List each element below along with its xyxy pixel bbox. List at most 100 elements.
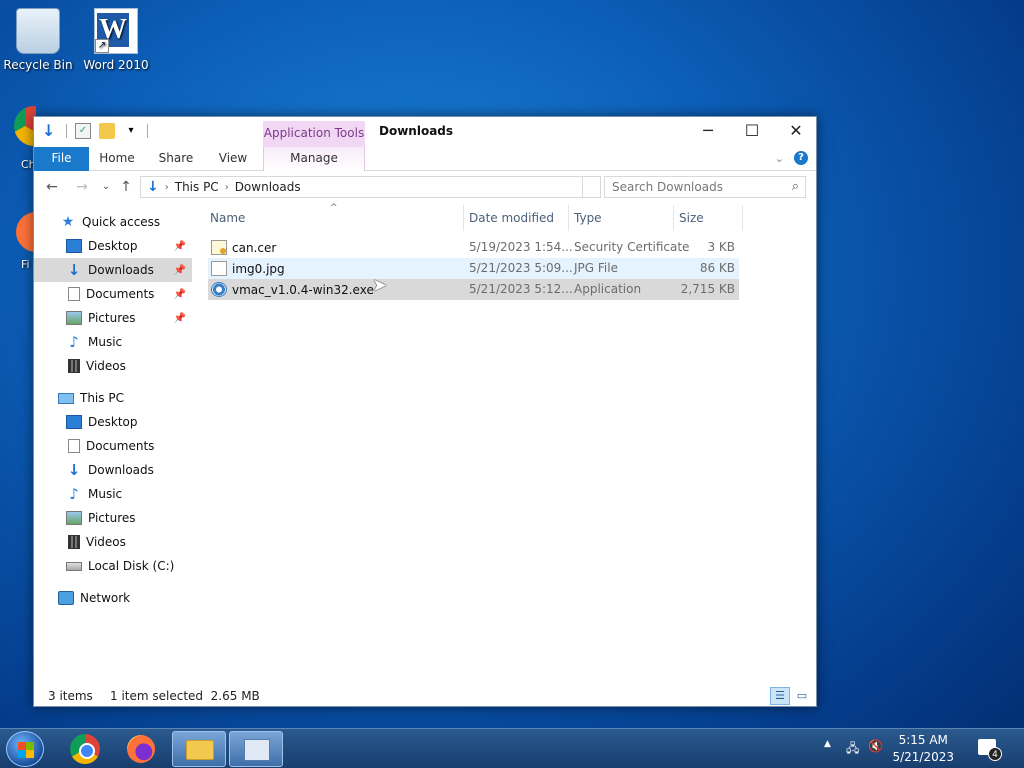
nav-pc-music[interactable]: ♪ Music bbox=[34, 482, 192, 506]
large-icons-view-button[interactable]: ▭ bbox=[792, 687, 812, 705]
file-size: 86 KB bbox=[699, 261, 735, 275]
search-input[interactable]: Search Downloads ⌕ bbox=[604, 176, 806, 198]
close-button[interactable]: ✕ bbox=[774, 117, 818, 145]
pictures-icon bbox=[66, 311, 82, 325]
clock-date: 5/21/2023 bbox=[892, 750, 954, 764]
desktop-icon-word[interactable]: W ↗ Word 2010 bbox=[81, 8, 151, 72]
file-row[interactable]: vmac_v1.0.4-win32.exe 5/21/2023 5:12... … bbox=[208, 279, 739, 300]
breadcrumb-separator: › bbox=[164, 181, 169, 193]
nav-label: Pictures bbox=[88, 511, 136, 525]
taskbar-firefox[interactable] bbox=[114, 731, 168, 767]
image-file-icon bbox=[211, 261, 227, 276]
expand-ribbon-icon[interactable]: ⌄ bbox=[775, 152, 784, 165]
properties-icon[interactable]: ✓ bbox=[75, 123, 91, 139]
nav-pc-desktop[interactable]: Desktop bbox=[34, 410, 192, 434]
breadcrumb-downloads[interactable]: Downloads bbox=[235, 180, 301, 194]
star-icon: ★ bbox=[61, 214, 75, 230]
desktop-icon-label: Word 2010 bbox=[83, 58, 149, 72]
tab-manage[interactable]: Manage bbox=[263, 147, 365, 171]
column-divider[interactable] bbox=[673, 205, 674, 231]
taskbar-file-explorer[interactable] bbox=[172, 731, 226, 767]
customize-caret-icon[interactable]: ▾ bbox=[123, 123, 139, 139]
column-date-modified[interactable]: Date modified bbox=[469, 211, 554, 225]
taskbar-control-panel[interactable] bbox=[229, 731, 283, 767]
desktop-icon-label: Recycle Bin bbox=[3, 58, 73, 72]
search-placeholder: Search Downloads bbox=[612, 180, 723, 194]
pin-icon: 📌 bbox=[173, 264, 186, 276]
title-bar[interactable]: ↓ ✓ ▾ Application Tools Downloads ─ ☐ ✕ bbox=[34, 117, 816, 147]
nav-pc-videos[interactable]: Videos bbox=[34, 530, 192, 554]
nav-pc-documents[interactable]: Documents bbox=[34, 434, 192, 458]
show-hidden-icons-icon[interactable]: ▲ bbox=[824, 739, 831, 749]
nav-this-pc[interactable]: This PC bbox=[34, 386, 192, 410]
clock[interactable]: 5:15 AM 5/21/2023 bbox=[892, 732, 954, 766]
column-size[interactable]: Size bbox=[679, 211, 704, 225]
nav-qa-videos[interactable]: Videos bbox=[34, 354, 192, 378]
minimize-button[interactable]: ─ bbox=[686, 117, 730, 145]
documents-icon bbox=[68, 439, 80, 453]
partial-desktop-label-firefox[interactable]: Fi bbox=[21, 258, 30, 271]
pin-icon: 📌 bbox=[173, 312, 186, 324]
back-button[interactable]: ← bbox=[42, 177, 62, 197]
network-tray-icon[interactable]: 🖧 bbox=[846, 739, 859, 760]
ribbon-tabs: File Home Share View Manage ⌄ ? bbox=[34, 147, 816, 171]
nav-qa-desktop[interactable]: Desktop 📌 bbox=[34, 234, 192, 258]
breadcrumb-this-pc[interactable]: This PC bbox=[175, 180, 219, 194]
start-button[interactable] bbox=[6, 731, 44, 767]
application-tools-group: Application Tools bbox=[263, 121, 365, 147]
nav-quick-access[interactable]: ★ Quick access bbox=[34, 210, 192, 234]
column-divider[interactable] bbox=[742, 205, 743, 231]
details-view-button[interactable]: ☰ bbox=[770, 687, 790, 705]
file-explorer-window: ↓ ✓ ▾ Application Tools Downloads ─ ☐ ✕ … bbox=[33, 116, 817, 707]
music-icon: ♪ bbox=[69, 333, 79, 351]
address-bar[interactable]: ↓ › This PC › Downloads bbox=[140, 176, 601, 198]
file-type: Security Certificate bbox=[574, 240, 690, 254]
nav-network[interactable]: Network bbox=[34, 586, 192, 610]
help-icon[interactable]: ? bbox=[794, 151, 808, 165]
maximize-button[interactable]: ☐ bbox=[730, 117, 774, 145]
nav-label: Music bbox=[88, 335, 123, 349]
mouse-cursor-icon: ➤ bbox=[372, 275, 388, 296]
nav-label: Music bbox=[88, 487, 123, 501]
file-row[interactable]: can.cer 5/19/2023 1:54... Security Certi… bbox=[208, 237, 739, 258]
address-dropdown-button[interactable] bbox=[582, 177, 600, 197]
tab-file[interactable]: File bbox=[34, 147, 89, 171]
nav-qa-pictures[interactable]: Pictures 📌 bbox=[34, 306, 192, 330]
column-name[interactable]: Name bbox=[210, 211, 245, 225]
recent-locations-icon[interactable]: ⌄ bbox=[96, 177, 116, 197]
nav-qa-documents[interactable]: Documents 📌 bbox=[34, 282, 192, 306]
nav-pc-local-disk[interactable]: Local Disk (C:) bbox=[34, 554, 192, 578]
column-divider[interactable] bbox=[568, 205, 569, 231]
nav-pc-downloads[interactable]: ↓ Downloads bbox=[34, 458, 192, 482]
forward-button[interactable]: → bbox=[72, 177, 92, 197]
desktop-icon-recycle-bin[interactable]: Recycle Bin bbox=[3, 8, 73, 72]
action-center-icon[interactable]: 4 bbox=[978, 739, 1002, 761]
toolbar-separator bbox=[66, 124, 67, 138]
new-folder-icon[interactable] bbox=[99, 123, 115, 139]
column-type[interactable]: Type bbox=[574, 211, 602, 225]
file-explorer-icon bbox=[186, 740, 214, 760]
volume-muted-icon[interactable]: 🔇 bbox=[868, 739, 883, 753]
word-icon: W ↗ bbox=[94, 8, 138, 54]
drive-icon bbox=[66, 561, 82, 571]
nav-label: Documents bbox=[86, 439, 155, 453]
pin-icon: 📌 bbox=[173, 240, 186, 252]
taskbar-chrome[interactable] bbox=[58, 731, 112, 767]
down-arrow-icon[interactable]: ↓ bbox=[42, 123, 58, 139]
nav-label: Quick access bbox=[82, 215, 161, 229]
tab-share[interactable]: Share bbox=[152, 147, 200, 171]
tab-home[interactable]: Home bbox=[94, 147, 140, 171]
breadcrumb-separator: › bbox=[224, 181, 229, 193]
nav-qa-music[interactable]: ♪ Music bbox=[34, 330, 192, 354]
downloads-icon: ↓ bbox=[67, 461, 81, 479]
nav-pc-pictures[interactable]: Pictures bbox=[34, 506, 192, 530]
nav-qa-downloads[interactable]: ↓ Downloads 📌 bbox=[34, 258, 192, 282]
column-divider[interactable] bbox=[463, 205, 464, 231]
certificate-file-icon bbox=[211, 240, 227, 255]
up-button[interactable]: ↑ bbox=[116, 177, 136, 197]
file-row[interactable]: img0.jpg 5/21/2023 5:09... JPG File 86 K… bbox=[208, 258, 739, 279]
column-header-row: ^ Name Date modified Type Size bbox=[206, 203, 746, 231]
address-bar-row: ← → ⌄ ↑ ↓ › This PC › Downloads Search D… bbox=[34, 175, 816, 201]
firefox-icon bbox=[127, 735, 155, 763]
tab-view[interactable]: View bbox=[210, 147, 256, 171]
